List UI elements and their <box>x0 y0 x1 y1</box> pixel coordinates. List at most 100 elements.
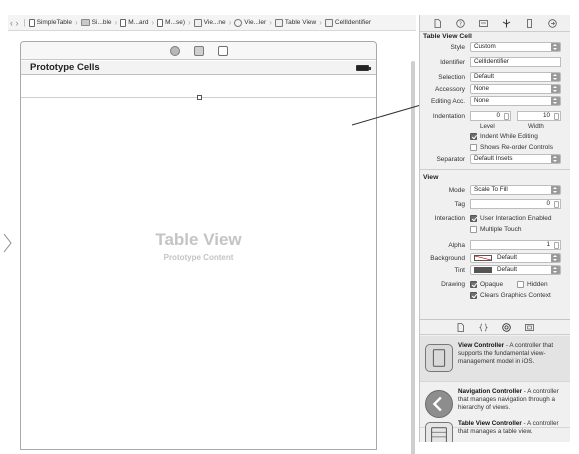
user-interaction-row: Interaction User Interaction Enabled <box>420 213 570 224</box>
separator: | <box>23 18 26 27</box>
tint-value: Default <box>497 266 517 273</box>
navigation-bar[interactable]: Prototype Cells <box>21 61 376 75</box>
tint-popup[interactable]: Default <box>470 265 561 275</box>
level-label: Level <box>480 123 495 130</box>
multiple-touch-checkbox[interactable] <box>470 226 477 233</box>
prototype-cells-header: Prototype Cells <box>30 62 100 73</box>
code-snippet-icon[interactable] <box>479 323 488 332</box>
user-interaction-checkbox[interactable] <box>470 215 477 222</box>
jumpbar-label: Si...ble <box>91 19 112 26</box>
library-item-table-view-controller[interactable]: Table View Controller - A controller tha… <box>420 414 570 442</box>
jumpbar-label: CellIdentifier <box>334 19 372 26</box>
background-row: Background Default <box>420 252 570 264</box>
style-value: Custom <box>474 43 496 50</box>
jumpbar-item-cell[interactable]: CellIdentifier <box>324 18 372 27</box>
indentation-sublabels: Level Width <box>420 122 570 131</box>
size-inspector-icon[interactable] <box>525 18 534 28</box>
battery-icon <box>356 65 371 71</box>
separator-value: Default Insets <box>474 155 513 162</box>
mode-value: Scale To Fill <box>474 186 508 193</box>
identity-inspector-icon[interactable] <box>479 19 488 28</box>
connections-inspector-icon[interactable] <box>548 18 557 28</box>
jumpbar-item-storyboard[interactable]: M...ard <box>120 18 149 27</box>
editing-accessory-popup[interactable]: None <box>470 96 561 106</box>
file-icon <box>28 18 35 27</box>
chevron-updown-icon <box>551 155 560 163</box>
separator-popup[interactable]: Default Insets <box>470 154 561 164</box>
table-view-controller-scene[interactable]: Prototype Cells Table View Prototype Con… <box>20 41 377 450</box>
prototype-cell[interactable] <box>21 76 376 100</box>
jumpbar-item-scene[interactable]: Vie...ne <box>193 18 226 27</box>
jumpbar-label: Table View <box>284 19 317 26</box>
view-controller-icon <box>234 18 243 27</box>
width-stepper[interactable] <box>554 113 559 120</box>
alpha-field[interactable]: 1 <box>470 240 561 250</box>
scene-icon <box>193 18 202 27</box>
separator-label: Separator <box>436 155 465 163</box>
view-controller-icon[interactable] <box>169 45 180 56</box>
back-forward-icon[interactable]: ‹ › <box>8 18 21 28</box>
jumpbar-label: SimpleTable <box>36 19 72 26</box>
clears-context-row: Clears Graphics Context <box>420 290 570 301</box>
file-icon <box>120 18 127 27</box>
indentation-width-field[interactable]: 10 <box>517 111 561 121</box>
jumpbar-item-controller[interactable]: Vie...ler <box>234 18 266 27</box>
library-tabs <box>420 319 570 335</box>
quick-help-icon[interactable]: ? <box>456 18 465 28</box>
resize-handle[interactable] <box>197 95 202 100</box>
entry-point-arrow-icon <box>3 233 12 253</box>
jumpbar-item-storyboard-base[interactable]: M...se) <box>157 18 185 27</box>
level-stepper[interactable] <box>504 113 509 120</box>
selection-popup[interactable]: Default <box>470 72 561 82</box>
tag-field[interactable]: 0 <box>470 199 561 209</box>
jumpbar-item-group[interactable]: Si...ble <box>80 19 112 26</box>
table-view-icon <box>274 18 283 27</box>
alpha-value: 1 <box>546 241 550 248</box>
inspector-tabs: ? <box>420 15 570 32</box>
identifier-field[interactable]: CellIdentifier <box>470 57 561 67</box>
accessory-popup[interactable]: None <box>470 84 561 94</box>
indent-while-editing-checkbox[interactable] <box>470 133 477 140</box>
tag-stepper[interactable] <box>554 201 559 208</box>
tint-label: Tint <box>454 266 465 274</box>
cell-icon <box>324 18 333 27</box>
file-icon <box>157 18 164 27</box>
utilities-panel: ? Table View Cell Style Custom Identifie… <box>419 15 570 442</box>
background-value: Default <box>497 254 517 261</box>
first-responder-icon[interactable] <box>193 45 204 56</box>
exit-icon[interactable] <box>217 45 228 56</box>
section-divider <box>420 169 570 170</box>
jumpbar-label: M...ard <box>128 19 149 26</box>
library-item-text: View Controller - A controller that supp… <box>458 342 566 366</box>
tag-label: Tag <box>454 200 465 208</box>
background-popup[interactable]: Default <box>470 253 561 263</box>
hidden-checkbox[interactable] <box>517 281 524 288</box>
alpha-stepper[interactable] <box>554 242 559 249</box>
jumpbar-label: M...se) <box>165 19 185 26</box>
mode-row: Mode Scale To Fill <box>420 184 570 196</box>
view-controller-icon <box>425 344 453 372</box>
accessory-row: Accessory None <box>420 83 570 95</box>
indentation-level-field[interactable]: 0 <box>470 111 511 121</box>
file-inspector-icon[interactable] <box>433 18 442 28</box>
jumpbar-item-project[interactable]: SimpleTable <box>28 18 72 27</box>
mode-popup[interactable]: Scale To Fill <box>470 185 561 195</box>
attributes-inspector-icon[interactable] <box>502 19 511 28</box>
drawing-label: Drawing <box>441 281 465 288</box>
chevron-updown-icon <box>551 266 560 274</box>
show-reorder-checkbox[interactable] <box>470 144 477 151</box>
jumpbar-label: Vie...ne <box>203 19 226 26</box>
object-library-icon[interactable] <box>502 322 511 332</box>
storyboard-canvas[interactable]: Prototype Cells Table View Prototype Con… <box>0 32 444 454</box>
chevron-updown-icon <box>551 97 560 105</box>
style-popup[interactable]: Custom <box>470 42 561 52</box>
library-item-view-controller[interactable]: View Controller - A controller that supp… <box>420 336 570 382</box>
jumpbar-item-tableview[interactable]: Table View <box>274 18 317 27</box>
opaque-checkbox[interactable] <box>470 281 477 288</box>
chevron-right-icon: › <box>228 18 232 27</box>
clears-context-checkbox[interactable] <box>470 292 477 299</box>
media-library-icon[interactable] <box>525 323 534 332</box>
chevron-updown-icon <box>551 186 560 194</box>
indentation-label: Indentation <box>432 112 465 120</box>
file-template-icon[interactable] <box>456 322 465 332</box>
